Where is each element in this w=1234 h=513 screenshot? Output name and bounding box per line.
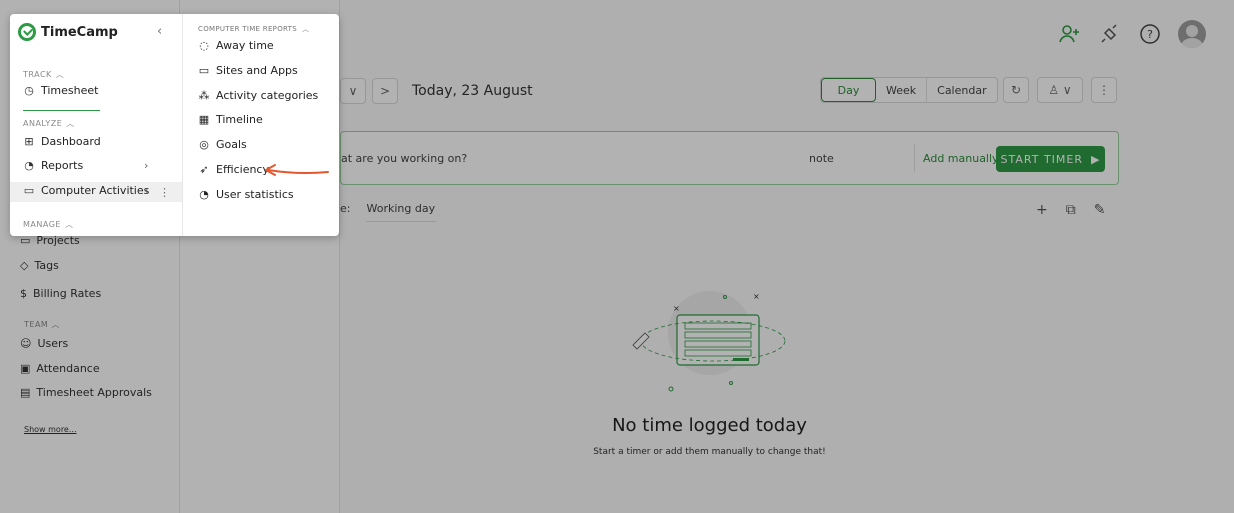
- chevron-up-icon: ︿: [66, 119, 75, 128]
- chevron-up-icon: ︿: [64, 220, 74, 229]
- timecamp-logo-icon: [18, 23, 36, 41]
- timecamp-app: ▭ Projects ◇ Tags $ Billing Rates TEAM ︿…: [0, 0, 1234, 513]
- sidebar-item-reports[interactable]: ◔ Reports: [23, 159, 83, 172]
- kebab-icon[interactable]: ⋮: [159, 186, 170, 199]
- collapse-sidebar-button[interactable]: ‹: [157, 24, 162, 39]
- dashboard-icon: ⊞: [24, 135, 34, 148]
- target-icon: ◎: [199, 138, 209, 151]
- chevron-up-icon: ︿: [55, 70, 65, 79]
- computer-time-submenu: COMPUTER TIME REPORTS ︿ ◌ Away time ▭ Si…: [183, 14, 339, 236]
- calendar-grid-icon: ▦: [198, 113, 210, 126]
- sidebar-item-computer-activities[interactable]: ▭ Computer Activities: [23, 184, 150, 197]
- submenu-item-efficiency[interactable]: ➶ Efficiency: [198, 163, 269, 176]
- section-heading-manage[interactable]: MANAGE ︿: [23, 219, 73, 230]
- submenu-item-away-time[interactable]: ◌ Away time: [198, 39, 274, 52]
- submenu-item-goals[interactable]: ◎ Goals: [198, 138, 247, 151]
- timecamp-logo[interactable]: TimeCamp: [18, 23, 118, 41]
- clock-icon: ◷: [24, 84, 34, 97]
- submenu-item-timeline[interactable]: ▦ Timeline: [198, 113, 263, 126]
- navigation-popup: TimeCamp ‹ TRACK ︿ ◷ Timesheet ANALYZE ︿…: [10, 14, 339, 236]
- laptop-icon: ▭: [23, 184, 35, 197]
- submenu-item-activity-categories[interactable]: ⁂ Activity categories: [198, 89, 319, 102]
- reports-icon: ◔: [24, 159, 34, 172]
- main-nav-column: TimeCamp ‹ TRACK ︿ ◷ Timesheet ANALYZE ︿…: [10, 14, 182, 236]
- chevron-right-icon: ›: [144, 159, 149, 172]
- submenu-heading[interactable]: COMPUTER TIME REPORTS ︿: [198, 24, 309, 34]
- laptop-icon: ▭: [198, 64, 210, 77]
- away-icon: ◌: [199, 39, 209, 52]
- chevron-left-icon: ‹: [157, 24, 163, 39]
- rocket-icon: ➶: [199, 163, 209, 176]
- chevron-left-icon[interactable]: ‹: [144, 184, 148, 197]
- active-underline: [23, 110, 100, 111]
- chevron-up-icon: ︿: [302, 25, 310, 33]
- section-heading-analyze[interactable]: ANALYZE ︿: [23, 118, 75, 129]
- pie-chart-icon: ◔: [199, 188, 209, 201]
- section-heading-track[interactable]: TRACK ︿: [23, 69, 64, 80]
- submenu-item-sites-and-apps[interactable]: ▭ Sites and Apps: [198, 64, 298, 77]
- annotation-arrow: [265, 164, 329, 176]
- sidebar-item-dashboard[interactable]: ⊞ Dashboard: [23, 135, 100, 148]
- submenu-item-user-statistics[interactable]: ◔ User statistics: [198, 188, 293, 201]
- brand-name: TimeCamp: [41, 24, 118, 40]
- sidebar-item-timesheet[interactable]: ◷ Timesheet: [23, 84, 98, 97]
- categories-icon: ⁂: [198, 89, 210, 102]
